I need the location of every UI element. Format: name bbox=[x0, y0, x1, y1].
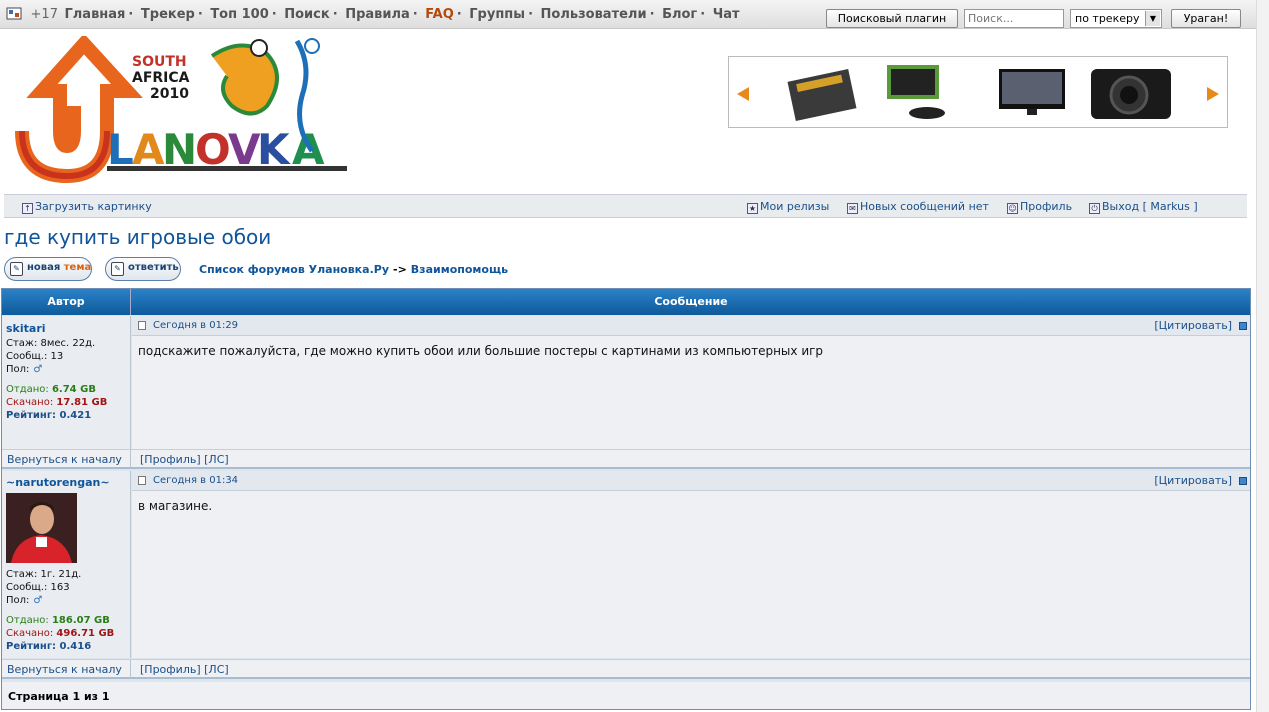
nav-blog[interactable]: Блог bbox=[662, 7, 697, 22]
profile-link[interactable]: ☺ Профиль bbox=[1007, 200, 1072, 214]
new-messages-link[interactable]: ✉ Новых сообщений нет bbox=[847, 200, 989, 214]
post-date: Сегодня в 01:34 bbox=[153, 475, 239, 486]
author-profile-link[interactable]: [Профиль] bbox=[140, 453, 201, 466]
author-pm-link[interactable]: [ЛС] bbox=[204, 663, 229, 676]
top-nav-links: +17 Главная · Трекер · Топ 100 · Поиск · Пра… bbox=[6, 6, 740, 22]
male-icon: ♂ bbox=[33, 595, 43, 606]
post-body: в магазине. bbox=[138, 499, 213, 513]
message-icon: ✉ bbox=[847, 203, 858, 214]
breadcrumb-section[interactable]: Взаимопомощь bbox=[411, 263, 508, 276]
user-icon: ☺ bbox=[1007, 203, 1018, 214]
post-author-info: ~narutorengan~ Стаж: 1г. 21д. Сообщ.: 16… bbox=[2, 471, 131, 658]
post-icon[interactable] bbox=[138, 476, 146, 485]
my-releases-link[interactable]: ★ Мои релизы bbox=[747, 200, 829, 214]
top-navigation-bar: +17 Главная · Трекер · Топ 100 · Поиск · Пра… bbox=[0, 0, 1256, 29]
select-post-icon[interactable] bbox=[1239, 322, 1247, 330]
nav-home[interactable]: Главная bbox=[65, 7, 126, 22]
page-indicator: Страница 1 из 1 bbox=[8, 690, 110, 703]
star-icon: ★ bbox=[747, 203, 758, 214]
reply-icon: ✎ bbox=[111, 262, 124, 276]
quote-button[interactable]: [Цитировать] bbox=[1154, 474, 1232, 487]
post-footer: Вернуться к началу [Профиль] [ЛС] bbox=[2, 449, 1250, 469]
online-counter: +17 bbox=[30, 7, 58, 22]
author-uploaded: Отдано: 186.07 GB bbox=[6, 615, 110, 626]
chevron-down-icon[interactable]: ▼ bbox=[1145, 11, 1160, 26]
table-header: Автор Сообщение bbox=[2, 289, 1250, 315]
search-scope-value: по трекеру bbox=[1075, 12, 1140, 25]
column-header-author: Автор bbox=[2, 289, 131, 315]
author-post-count: Сообщ.: 13 bbox=[6, 351, 64, 362]
home-icon[interactable] bbox=[6, 6, 22, 20]
post-header: Сегодня в 01:29 [Цитировать] bbox=[132, 316, 1250, 336]
nav-search[interactable]: Поиск bbox=[284, 7, 329, 22]
upload-image-link[interactable]: ↑ Загрузить картинку bbox=[22, 200, 152, 214]
logout-link[interactable]: ⏻ Выход [ Markus ] bbox=[1089, 200, 1198, 214]
author-name[interactable]: ~narutorengan~ bbox=[6, 476, 110, 489]
author-tenure: Стаж: 8мес. 22д. bbox=[6, 338, 96, 349]
post-message: Сегодня в 01:34 [Цитировать] в магазине. bbox=[132, 471, 1250, 658]
nav-top100[interactable]: Топ 100 bbox=[210, 7, 268, 22]
ad-banner[interactable] bbox=[728, 56, 1228, 128]
nav-tracker[interactable]: Трекер bbox=[141, 7, 195, 22]
breadcrumb: Список форумов Улановка.Ру -> Взаимопомощь bbox=[199, 263, 509, 276]
author-downloaded: Скачано: 496.71 GB bbox=[6, 628, 115, 639]
column-header-message: Сообщение bbox=[654, 295, 728, 308]
author-gender: Пол: ♂ bbox=[6, 364, 43, 375]
site-logo[interactable]: L A N O V K A SOUTH AFRICA 2010 bbox=[12, 33, 352, 184]
author-name[interactable]: skitari bbox=[6, 322, 46, 335]
avatar[interactable] bbox=[6, 493, 77, 563]
pagination-info: Страница 1 из 1 bbox=[2, 682, 1250, 709]
page-title[interactable]: где купить игровые обои bbox=[4, 225, 271, 249]
post-icon[interactable] bbox=[138, 321, 146, 330]
male-icon: ♂ bbox=[33, 364, 43, 375]
author-pm-link[interactable]: [ЛС] bbox=[204, 453, 229, 466]
author-rating: Рейтинг: 0.421 bbox=[6, 410, 92, 421]
page-scrollbar[interactable] bbox=[1256, 0, 1269, 712]
posts-table: Автор Сообщение skitari Стаж: 8мес. 22д.… bbox=[1, 288, 1251, 710]
nav-users[interactable]: Пользователи bbox=[541, 7, 647, 22]
quote-button[interactable]: [Цитировать] bbox=[1154, 319, 1232, 332]
author-rating: Рейтинг: 0.416 bbox=[6, 641, 92, 652]
user-tools-bar: ↑ Загрузить картинку ★ Мои релизы ✉ Новых с… bbox=[4, 194, 1247, 218]
search-input[interactable] bbox=[964, 9, 1064, 28]
select-post-icon[interactable] bbox=[1239, 477, 1247, 485]
post-header: Сегодня в 01:34 [Цитировать] bbox=[132, 471, 1250, 491]
search-submit-button[interactable]: Ураган! bbox=[1171, 9, 1241, 28]
post-message: Сегодня в 01:29 [Цитировать] подскажите … bbox=[132, 316, 1250, 449]
back-to-top-link[interactable]: Вернуться к началу bbox=[2, 660, 131, 678]
reply-button[interactable]: ✎ ответить bbox=[105, 257, 181, 281]
author-gender: Пол: ♂ bbox=[6, 595, 43, 606]
author-tenure: Стаж: 1г. 21д. bbox=[6, 569, 82, 580]
author-post-count: Сообщ.: 163 bbox=[6, 582, 70, 593]
nav-chat[interactable]: Чат bbox=[713, 7, 740, 22]
post-date: Сегодня в 01:29 bbox=[153, 320, 239, 331]
breadcrumb-forum-list[interactable]: Список форумов Улановка.Ру bbox=[199, 263, 389, 276]
nav-faq[interactable]: FAQ bbox=[425, 7, 454, 22]
new-topic-icon: ✎ bbox=[10, 262, 23, 276]
nav-rules[interactable]: Правила bbox=[345, 7, 410, 22]
post-author-info: skitari Стаж: 8мес. 22д. Сообщ.: 13 Пол:… bbox=[2, 316, 131, 449]
post-author-links: [Профиль] [ЛС] bbox=[140, 663, 229, 676]
svg-text:SOUTH: SOUTH bbox=[132, 54, 187, 70]
post-author-links: [Профиль] [ЛС] bbox=[140, 453, 229, 466]
author-uploaded: Отдано: 6.74 GB bbox=[6, 384, 96, 395]
search-scope-select[interactable]: по трекеру ▼ bbox=[1070, 9, 1162, 28]
search-plugin-button[interactable]: Поисковый плагин bbox=[826, 9, 958, 28]
svg-text:AFRICA: AFRICA bbox=[132, 70, 190, 86]
upload-icon: ↑ bbox=[22, 203, 33, 214]
back-to-top-link[interactable]: Вернуться к началу bbox=[2, 450, 131, 468]
logout-icon: ⏻ bbox=[1089, 203, 1100, 214]
nav-groups[interactable]: Группы bbox=[469, 7, 525, 22]
new-topic-button[interactable]: ✎ новая тема bbox=[4, 257, 92, 281]
post-body: подскажите пожалуйста, где можно купить … bbox=[138, 344, 824, 358]
svg-text:2010: 2010 bbox=[150, 86, 189, 102]
author-profile-link[interactable]: [Профиль] bbox=[140, 663, 201, 676]
post-footer: Вернуться к началу [Профиль] [ЛС] bbox=[2, 659, 1250, 679]
author-downloaded: Скачано: 17.81 GB bbox=[6, 397, 108, 408]
